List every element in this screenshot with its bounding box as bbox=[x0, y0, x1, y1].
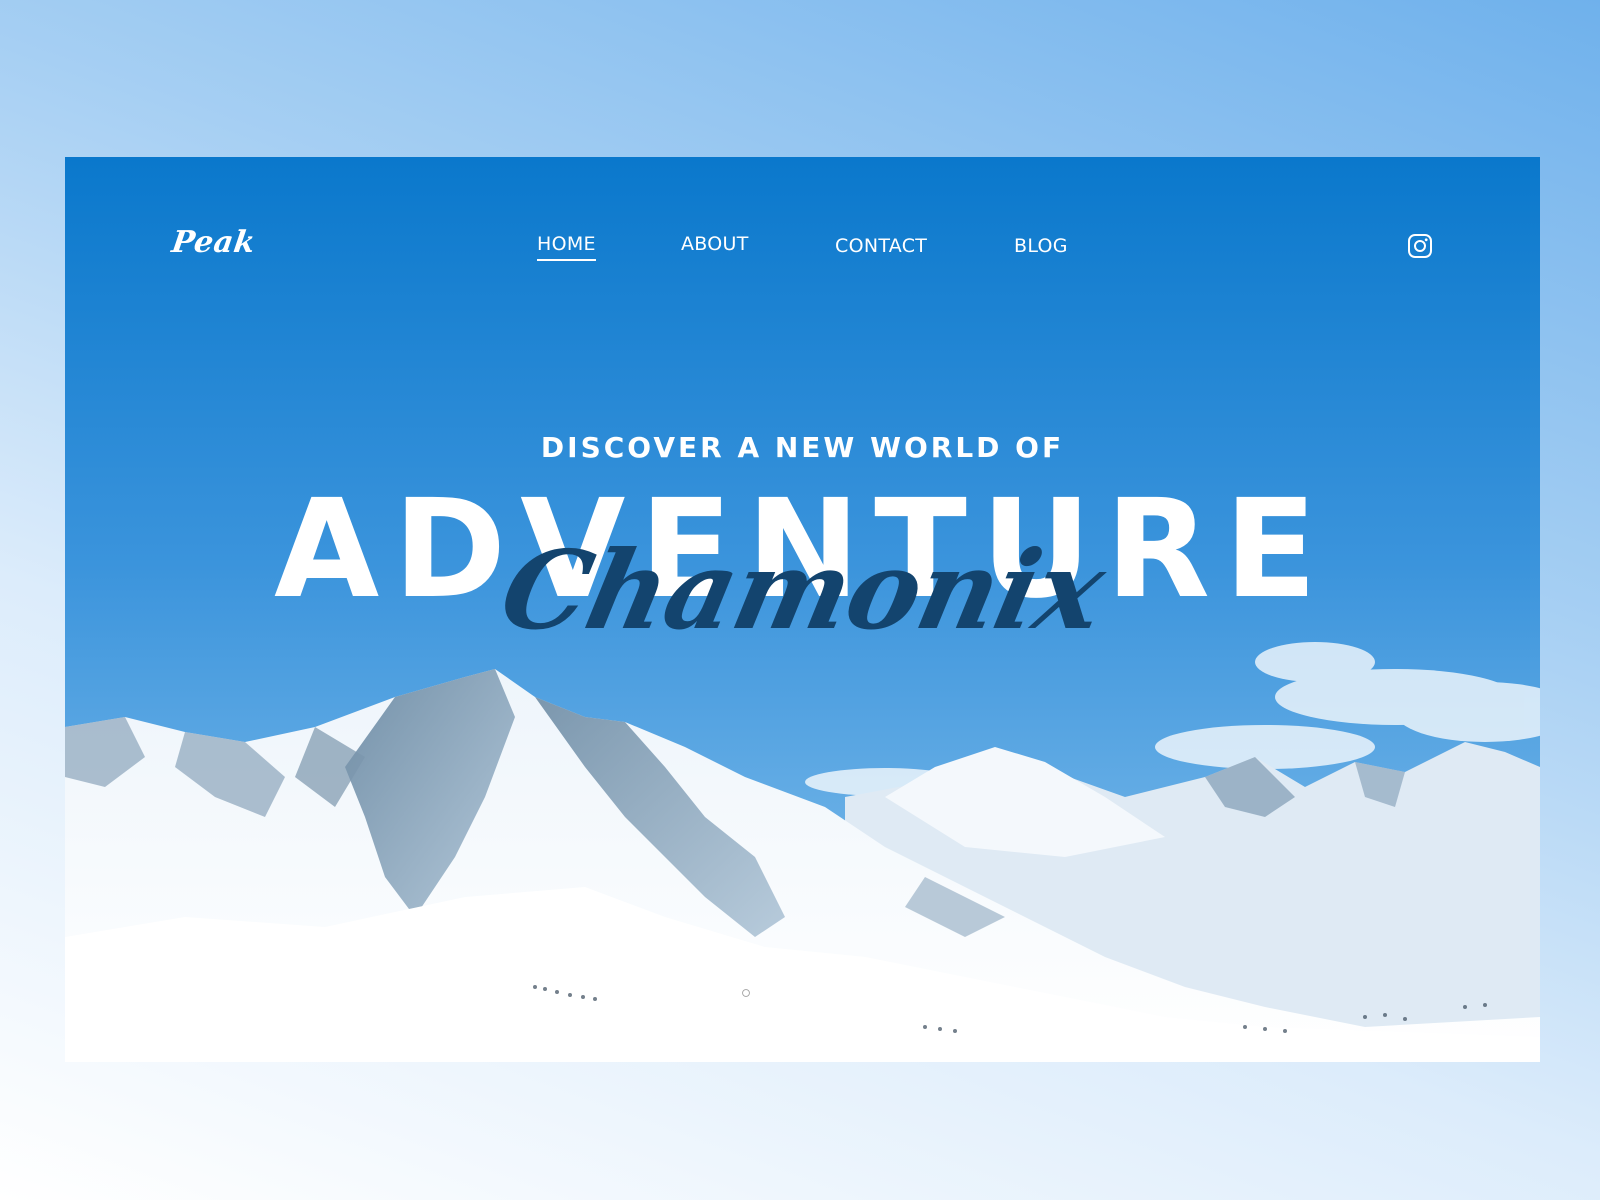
top-nav: Peak HOME ABOUT CONTACT BLOG bbox=[65, 157, 1540, 337]
nav-contact-link[interactable]: CONTACT bbox=[835, 235, 927, 261]
slider-pagination bbox=[740, 987, 864, 999]
hero-subtitle: DISCOVER A NEW WORLD OF bbox=[540, 431, 1065, 464]
slider-dot-2[interactable] bbox=[768, 987, 780, 999]
hero-script-title: Chamonix bbox=[490, 528, 1115, 654]
slider-dot-4[interactable] bbox=[824, 987, 836, 999]
nav-home-link[interactable]: HOME bbox=[537, 233, 596, 261]
hero-section: Peak HOME ABOUT CONTACT BLOG DISCOVER A … bbox=[65, 157, 1540, 1062]
slider-dot-3[interactable] bbox=[796, 987, 808, 999]
nav-blog-link[interactable]: BLOG bbox=[1014, 235, 1068, 261]
instagram-icon[interactable] bbox=[1407, 233, 1433, 259]
slider-dot-1[interactable] bbox=[740, 987, 752, 999]
nav-about-link[interactable]: ABOUT bbox=[681, 233, 749, 259]
brand-logo[interactable]: Peak bbox=[170, 225, 258, 260]
slider-dot-5[interactable] bbox=[852, 987, 864, 999]
